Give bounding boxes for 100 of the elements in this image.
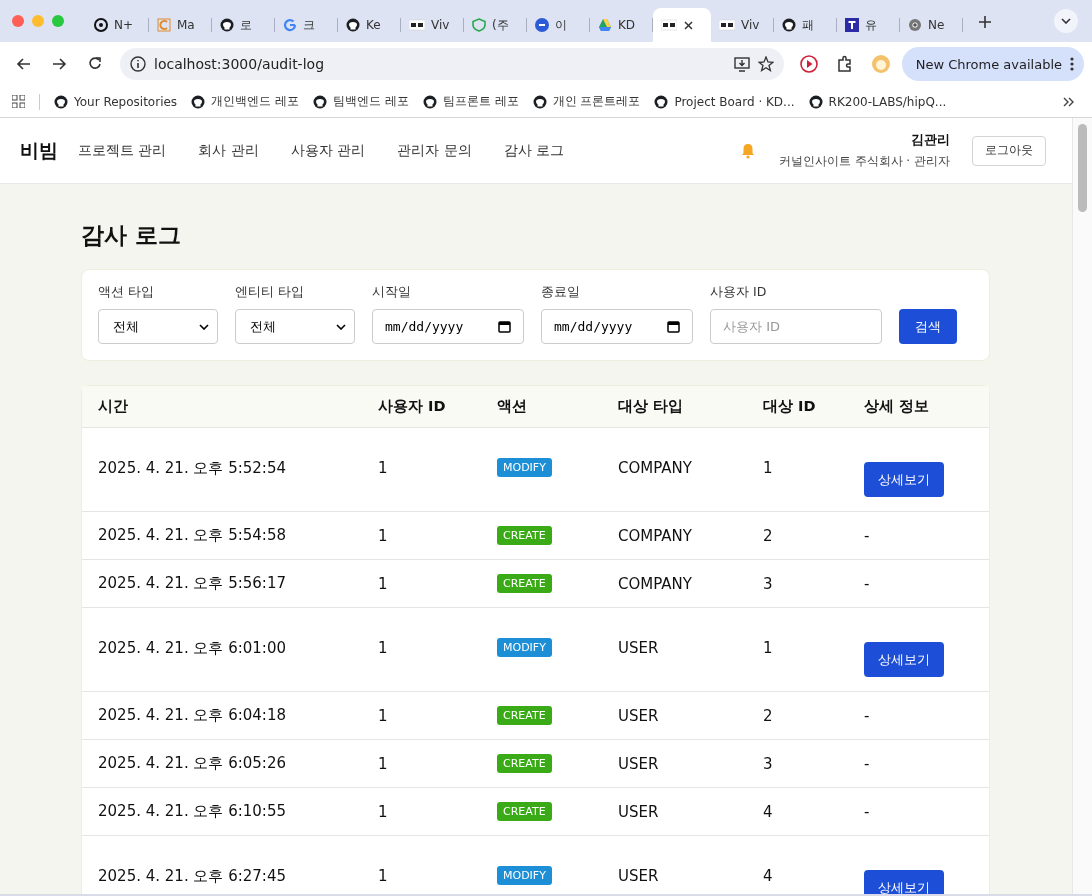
- table-cell-text: 2: [763, 526, 774, 545]
- bookmark[interactable]: 개인 프론트레포: [532, 93, 641, 110]
- action-tag: CREATE: [497, 706, 552, 725]
- search-button[interactable]: 검색: [899, 309, 957, 344]
- github-icon: [220, 18, 234, 32]
- scrollbar-thumb[interactable]: [1078, 124, 1087, 212]
- field-label: 엔티티 타입: [235, 284, 305, 301]
- table-cell-text: 2025. 4. 21. 오후 5:56:17: [98, 574, 287, 593]
- table-cell-text: 2025. 4. 21. 오후 6:01:00: [98, 639, 287, 658]
- table-cell-text: USER: [618, 802, 660, 821]
- table-cell-text: 3: [763, 574, 774, 593]
- browser-icon: [908, 18, 922, 32]
- google-icon: [283, 18, 297, 32]
- info-icon: [130, 56, 146, 72]
- table-cell-text: 1: [378, 526, 389, 545]
- table-cell-text: -: [864, 754, 871, 773]
- logo[interactable]: 비빔: [20, 137, 58, 164]
- details-button[interactable]: 상세보기: [864, 870, 944, 894]
- table-cell-text: 2025. 4. 21. 오후 6:04:18: [98, 706, 287, 725]
- github-icon: [312, 94, 327, 109]
- arrow-left-icon: [15, 57, 31, 71]
- date-field[interactable]: mm/dd/yyyy: [372, 309, 524, 344]
- nav-link[interactable]: 회사 관리: [198, 137, 259, 164]
- puzzle-icon: [836, 55, 854, 73]
- address-bar[interactable]: localhost:3000/audit-log: [120, 48, 784, 80]
- browser-tab[interactable]: N+: [86, 8, 149, 42]
- user-name: 김관리: [911, 131, 950, 149]
- field-label: 시작일: [372, 284, 412, 301]
- details-button[interactable]: 상세보기: [864, 462, 944, 497]
- calendar-icon: [667, 320, 680, 333]
- chevron-down-icon: [199, 323, 209, 330]
- star-icon: [757, 56, 774, 72]
- nav-link[interactable]: 감사 로그: [503, 137, 565, 164]
- browser-tab[interactable]: 크: [275, 8, 338, 42]
- browser-tab[interactable]: 로: [212, 8, 275, 42]
- browser-tab[interactable]: 이: [527, 8, 590, 42]
- browser-tab[interactable]: Ne: [900, 8, 963, 42]
- nav-link[interactable]: 관리자 문의: [397, 137, 472, 164]
- play-icon: [799, 55, 818, 73]
- reload-icon: [88, 57, 102, 71]
- column-header: 사용자 ID: [378, 397, 447, 416]
- table-cell-text: 1: [378, 867, 389, 885]
- github-icon: [191, 94, 206, 109]
- column-header: 대상 ID: [763, 397, 817, 416]
- column-header: 대상 타입: [618, 397, 685, 416]
- table-cell-text: 2: [763, 706, 774, 725]
- select-field[interactable]: 전체: [235, 309, 355, 344]
- table-cell-text: 1: [378, 802, 389, 821]
- table-cell-text: 2025. 4. 21. 오후 6:27:45: [98, 867, 287, 886]
- browser-tab[interactable]: [653, 8, 711, 42]
- apps-button[interactable]: [12, 95, 25, 108]
- column-header: 액션: [497, 397, 528, 416]
- browser-tab[interactable]: 유: [837, 8, 900, 42]
- nav-link[interactable]: 사용자 관리: [290, 137, 366, 164]
- browser-tab[interactable]: 패: [774, 8, 837, 42]
- tab-favicon-icon: [661, 18, 677, 32]
- logout-button[interactable]: 로그아웃: [972, 135, 1046, 166]
- bookmark[interactable]: 팀프론트 레포: [422, 93, 519, 110]
- table-cell-text: 1: [763, 459, 774, 477]
- bookmark[interactable]: 개인백엔드 레포: [191, 93, 299, 110]
- bookmark[interactable]: Your Repositories: [54, 94, 178, 109]
- table-cell-text: 1: [378, 459, 389, 477]
- table-cell-text: 1: [378, 706, 389, 725]
- bookmark[interactable]: Project Board · KD...: [654, 94, 795, 109]
- arrow-right-icon: [51, 57, 67, 71]
- browser-tab[interactable]: (주: [464, 8, 527, 42]
- action-tag: CREATE: [497, 574, 552, 593]
- plus-icon: [979, 15, 991, 28]
- browser-tab[interactable]: Ke: [338, 8, 401, 42]
- page-title: 감사 로그: [81, 221, 182, 250]
- table-cell-text: COMPANY: [618, 459, 693, 477]
- table-cell-text: COMPANY: [618, 574, 693, 593]
- input-field[interactable]: 사용자 ID: [710, 309, 882, 344]
- bookmark[interactable]: RK200-LABS/hipQ...: [808, 94, 947, 109]
- browser-tab[interactable]: Ma: [149, 8, 212, 42]
- table-cell-text: -: [864, 526, 871, 545]
- install-icon: [733, 56, 750, 72]
- calendar-icon: [498, 320, 511, 333]
- table-cell-text: 1: [378, 639, 389, 657]
- update-button[interactable]: New Chrome available: [901, 47, 1084, 81]
- table-cell-text: 4: [763, 802, 774, 821]
- table-cell-text: USER: [618, 754, 660, 773]
- table-cell-text: -: [864, 802, 871, 821]
- table-cell-text: USER: [618, 639, 660, 657]
- date-field[interactable]: mm/dd/yyyy: [541, 309, 693, 344]
- select-field[interactable]: 전체: [98, 309, 218, 344]
- bookmark[interactable]: 팀백엔드 레포: [312, 93, 409, 110]
- table-cell-text: 1: [378, 574, 389, 593]
- details-button[interactable]: 상세보기: [864, 642, 944, 677]
- tab-search-button[interactable]: [1054, 9, 1078, 33]
- browser-tab[interactable]: KD: [590, 8, 653, 42]
- grid-icon: [12, 95, 25, 108]
- browser-tab[interactable]: Viv: [401, 8, 464, 42]
- action-tag: CREATE: [497, 754, 552, 773]
- field-label: 액션 타입: [98, 284, 155, 301]
- column-header: 상세 정보: [864, 397, 931, 416]
- tab-favicon-icon: [719, 18, 735, 32]
- nav-link[interactable]: 프로젝트 관리: [78, 137, 167, 164]
- github-icon: [532, 94, 547, 109]
- browser-tab[interactable]: Viv: [711, 8, 774, 42]
